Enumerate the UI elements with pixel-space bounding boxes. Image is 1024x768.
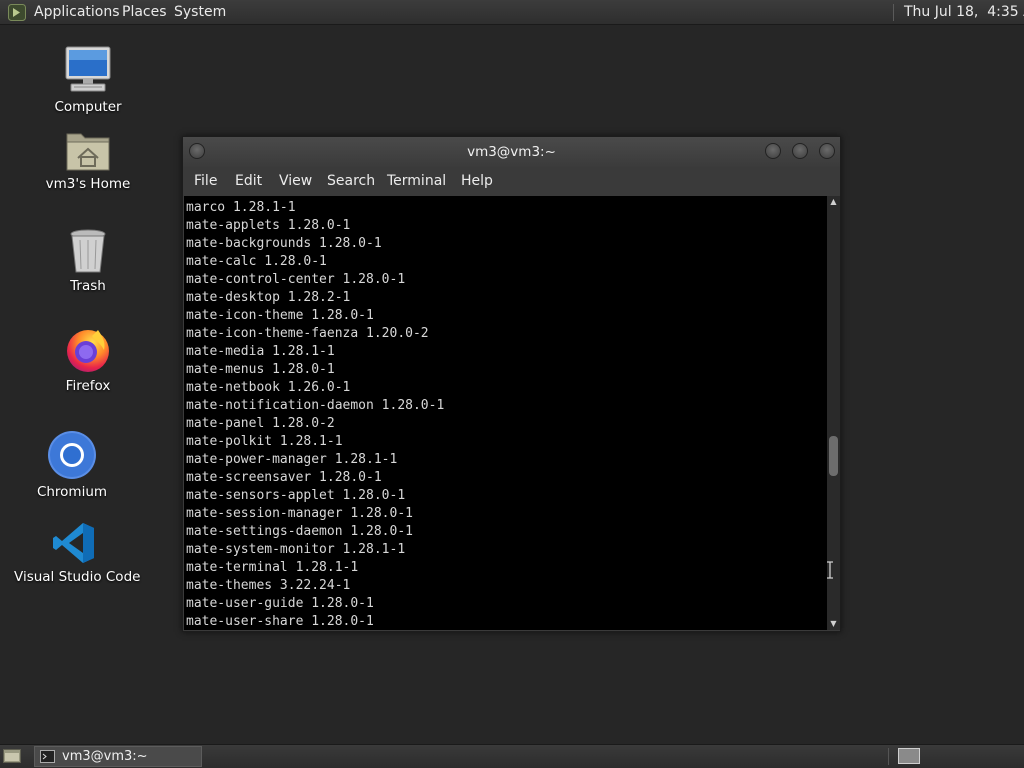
terminal-line: mate-icon-theme 1.28.0-1 [186, 308, 374, 323]
terminal-line: mate-media 1.28.1-1 [186, 344, 335, 359]
menu-view[interactable]: View [279, 167, 312, 196]
scrollbar-thumb[interactable] [829, 436, 838, 476]
minimize-button[interactable] [765, 143, 781, 159]
terminal-line: mate-notification-daemon 1.28.0-1 [186, 398, 445, 413]
scroll-down-arrow-icon[interactable]: ▼ [827, 618, 840, 630]
firefox-icon [67, 330, 109, 372]
desktop-icon-label: Chromium [36, 484, 108, 500]
terminal-line: mate-menus 1.28.0-1 [186, 362, 335, 377]
applications-menu[interactable]: Applications [34, 0, 120, 25]
menu-help[interactable]: Help [461, 167, 493, 196]
terminal-line: mate-sensors-applet 1.28.0-1 [186, 488, 406, 503]
terminal-line: mate-control-center 1.28.0-1 [186, 272, 406, 287]
terminal-line: mate-calc 1.28.0-1 [186, 254, 327, 269]
desktop-icon-chromium[interactable]: Chromium [28, 430, 116, 500]
terminal-line: marco 1.28.1-1 [186, 200, 296, 215]
terminal-window: vm3@vm3:~ File Edit View Search Terminal… [182, 136, 841, 632]
chromium-icon [48, 431, 96, 479]
terminal-line: mate-user-guide 1.28.0-1 [186, 596, 374, 611]
terminal-line: mate-power-manager 1.28.1-1 [186, 452, 398, 467]
top-panel: Applications Places System Thu Jul 18, 4… [0, 0, 1024, 25]
terminal-line: mate-icon-theme-faenza 1.20.0-2 [186, 326, 429, 341]
bottom-panel: vm3@vm3:~ [0, 744, 1024, 768]
mate-logo-icon[interactable] [8, 4, 26, 21]
panel-separator [893, 4, 894, 21]
home-folder-icon [66, 133, 110, 171]
terminal-line: mate-backgrounds 1.28.0-1 [186, 236, 382, 251]
terminal-line: mate-themes 3.22.24-1 [186, 578, 351, 593]
places-menu[interactable]: Places [122, 0, 167, 25]
terminal-line: mate-desktop 1.28.2-1 [186, 290, 351, 305]
panel-separator [888, 748, 889, 765]
menu-file[interactable]: File [194, 167, 217, 196]
desktop-icon-label: vm3's Home [45, 176, 131, 192]
terminal-line: mate-settings-daemon 1.28.0-1 [186, 524, 413, 539]
desktop-icon-label: Computer [54, 99, 122, 115]
desktop-icon-trash[interactable]: Trash [44, 228, 132, 294]
desktop-icon-label: Trash [70, 278, 106, 294]
scroll-up-arrow-icon[interactable]: ▲ [827, 196, 840, 208]
window-title: vm3@vm3:~ [467, 144, 556, 160]
computer-icon [65, 46, 111, 92]
clock[interactable]: Thu Jul 18, 4:35 AM [904, 0, 1024, 25]
desktop-icon-label: Visual Studio Code [14, 569, 141, 585]
desktop-icon-label: Firefox [65, 378, 111, 394]
window-titlebar[interactable]: vm3@vm3:~ [183, 137, 840, 167]
terminal-lines: marco 1.28.1-1 mate-applets 1.28.0-1 mate-… [184, 196, 827, 630]
vscode-icon [53, 523, 94, 563]
terminal-line: mate-system-monitor 1.28.1-1 [186, 542, 406, 557]
text-cursor-icon [827, 561, 833, 579]
terminal-line: mate-applets 1.28.0-1 [186, 218, 351, 233]
workspace-switcher[interactable] [898, 748, 920, 764]
terminal-line: mate-panel 1.28.0-2 [186, 416, 335, 431]
menu-terminal[interactable]: Terminal [387, 167, 446, 196]
maximize-button[interactable] [792, 143, 808, 159]
terminal-line: mate-session-manager 1.28.0-1 [186, 506, 413, 521]
close-button[interactable] [819, 143, 835, 159]
terminal-line: mate-terminal 1.28.1-1 [186, 560, 359, 575]
terminal-icon [40, 750, 55, 763]
desktop-icon-computer[interactable]: Computer [44, 45, 132, 115]
desktop-icon-home[interactable]: vm3's Home [44, 128, 132, 192]
trash-icon [70, 229, 106, 273]
taskbar-terminal-button[interactable]: vm3@vm3:~ [34, 746, 202, 767]
taskbar-label: vm3@vm3:~ [62, 749, 148, 764]
terminal-menubar: File Edit View Search Terminal Help [183, 167, 840, 196]
terminal-line: mate-user-share 1.28.0-1 [186, 614, 374, 629]
terminal-line: mate-netbook 1.26.0-1 [186, 380, 351, 395]
menu-edit[interactable]: Edit [235, 167, 262, 196]
desktop-icon-vscode[interactable]: Visual Studio Code [14, 521, 141, 585]
menu-search[interactable]: Search [327, 167, 375, 196]
terminal-line: mate-screensaver 1.28.0-1 [186, 470, 382, 485]
show-desktop-icon[interactable] [3, 749, 21, 763]
system-menu[interactable]: System [174, 0, 226, 25]
terminal-output[interactable]: marco 1.28.1-1 mate-applets 1.28.0-1 mate-… [184, 196, 827, 630]
terminal-line: mate-polkit 1.28.1-1 [186, 434, 343, 449]
desktop-icon-firefox[interactable]: Firefox [44, 326, 132, 394]
